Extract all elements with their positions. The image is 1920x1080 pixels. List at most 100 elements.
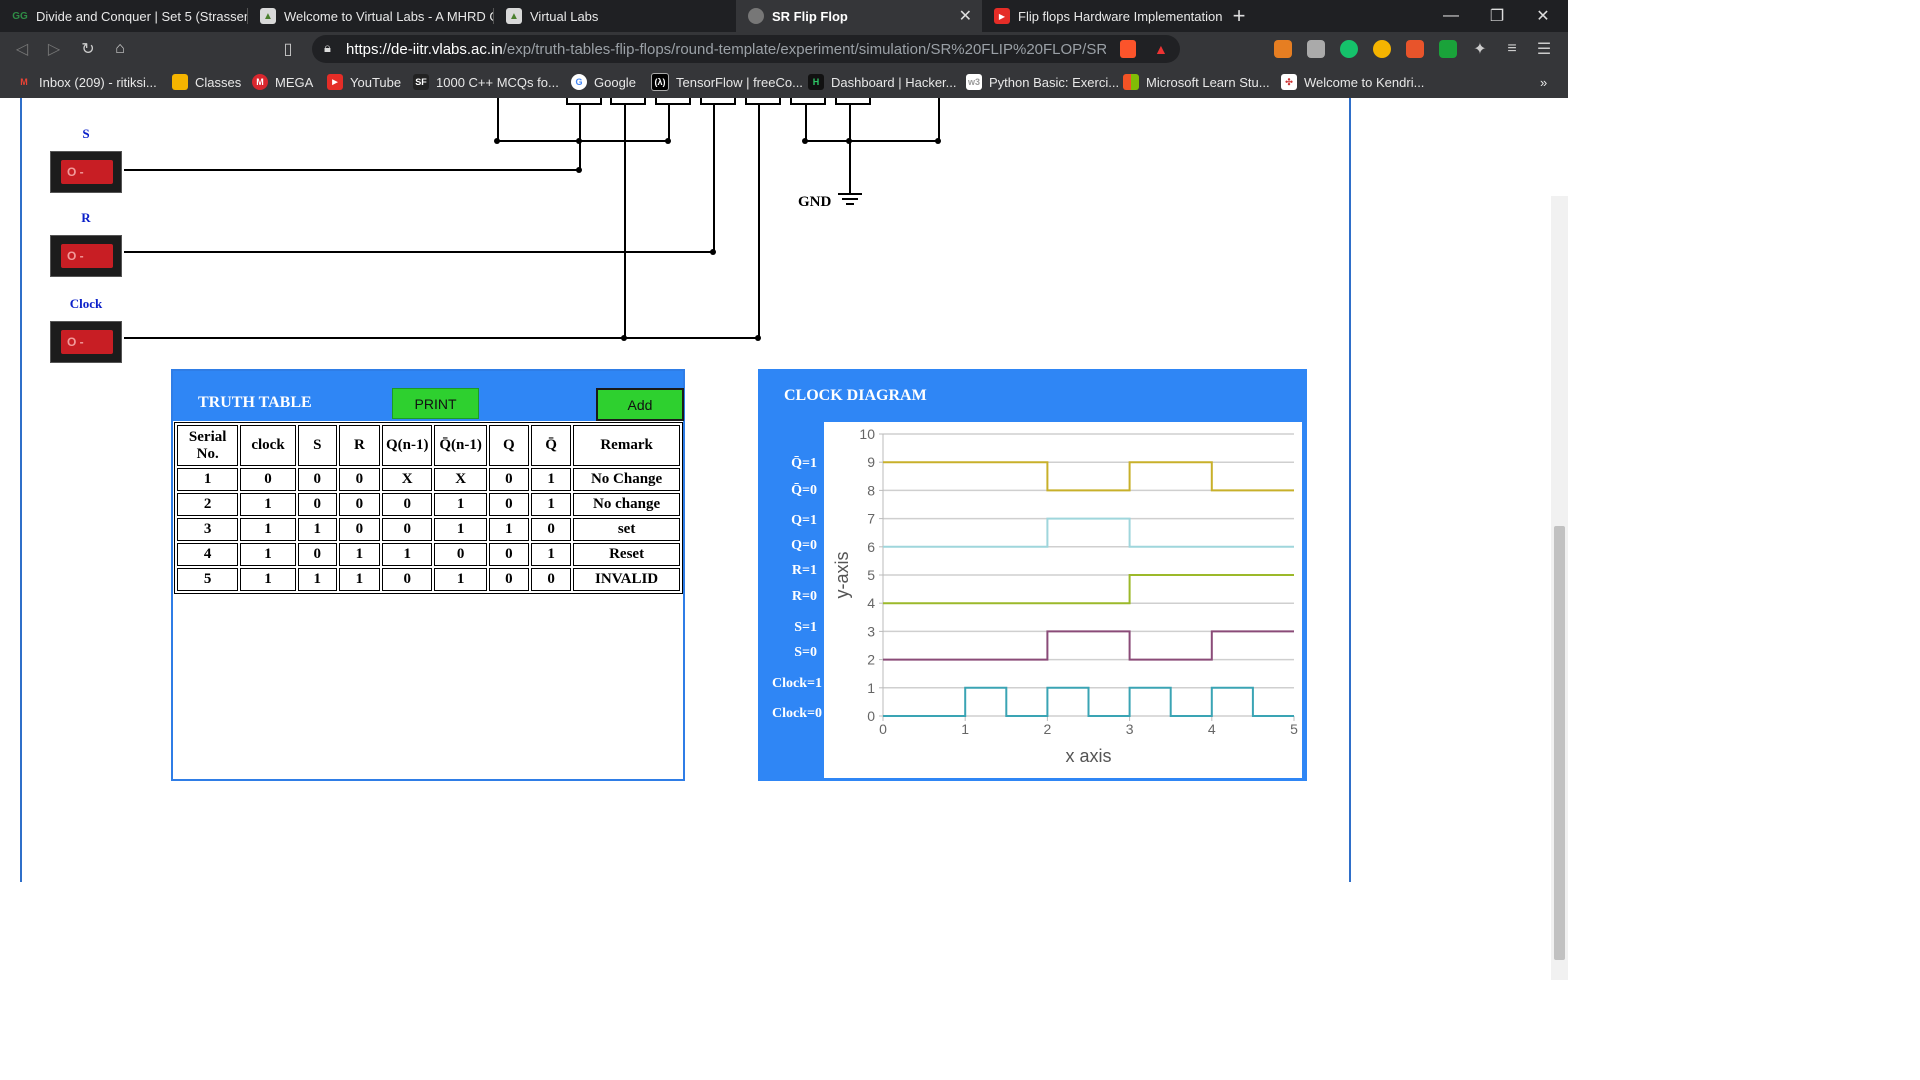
table-cell: 1 bbox=[434, 493, 487, 516]
menu-icon[interactable]: ☰ bbox=[1532, 37, 1556, 61]
table-cell: 0 bbox=[381, 518, 433, 541]
table-cell: 1 bbox=[240, 518, 296, 541]
google-icon: G bbox=[571, 74, 587, 90]
navigation-bar: ◁ ▷ ↻ ⌂ ▯ 🔒︎ https://de-iitr.vlabs.ac.in… bbox=[0, 32, 1568, 66]
bookmark-gmail[interactable]: M Inbox (209) - ritiksi... bbox=[16, 66, 157, 98]
signal-label: R=0 bbox=[791, 589, 817, 604]
close-tab-icon[interactable]: ✕ bbox=[959, 6, 972, 26]
tab-welcome-vlabs[interactable]: ▲ Welcome to Virtual Labs - A MHRD Go bbox=[248, 0, 494, 32]
gfg-icon: GG bbox=[12, 10, 28, 22]
w3resource-icon: w3 bbox=[966, 74, 982, 90]
tab-gfg[interactable]: GG Divide and Conquer | Set 5 (Strassen'… bbox=[0, 0, 248, 32]
home-icon[interactable]: ⌂ bbox=[108, 37, 132, 61]
bookmark-sanfoundry[interactable]: SF 1000 C++ MCQs fo... bbox=[413, 66, 559, 98]
playlist-icon[interactable]: ≡ bbox=[1500, 37, 1524, 61]
table-cell: 0 bbox=[488, 468, 529, 491]
table-cell: X bbox=[434, 468, 487, 491]
lock-icon: 🔒︎ bbox=[324, 40, 331, 55]
restore-button[interactable]: ❐ bbox=[1474, 0, 1520, 32]
bookmarks-overflow-icon[interactable]: » bbox=[1540, 66, 1547, 98]
new-tab-button[interactable]: + bbox=[1216, 0, 1262, 32]
back-icon[interactable]: ◁ bbox=[10, 37, 34, 61]
table-cell: 1 bbox=[338, 543, 380, 566]
rocker: O - bbox=[61, 330, 113, 354]
camera-extension-icon[interactable] bbox=[1307, 40, 1325, 58]
table-cell: 1 bbox=[434, 568, 487, 591]
signal-line bbox=[883, 630, 1294, 661]
forward-icon[interactable]: ▷ bbox=[42, 37, 66, 61]
puzzle-icon[interactable]: ✦ bbox=[1468, 37, 1492, 61]
table-cell: 1 bbox=[240, 493, 296, 516]
scrollbar-thumb[interactable] bbox=[1554, 526, 1565, 960]
close-window-button[interactable]: ✕ bbox=[1520, 0, 1566, 32]
tab-youtube-flipflops[interactable]: ▶ Flip flops Hardware Implementation - bbox=[982, 0, 1222, 32]
checkmark-extension-icon[interactable] bbox=[1439, 40, 1457, 58]
y-tick-label: 3 bbox=[867, 623, 875, 639]
bookmark-classes[interactable]: Classes bbox=[172, 66, 241, 98]
bookmark-icon[interactable]: ▯ bbox=[276, 37, 300, 61]
minimize-button[interactable]: — bbox=[1428, 0, 1474, 32]
hackerrank-icon: H bbox=[808, 74, 824, 90]
table-cell: 0 bbox=[338, 518, 380, 541]
x-tick-label: 1 bbox=[961, 721, 969, 737]
signal-label: R=1 bbox=[791, 563, 817, 578]
signal-line bbox=[883, 461, 1294, 492]
address-bar[interactable]: 🔒︎ https://de-iitr.vlabs.ac.in/exp/truth… bbox=[312, 35, 1180, 63]
bookmark-freecodecamp[interactable]: (λ) TensorFlow | freeCo... bbox=[651, 66, 803, 98]
tab-title: Welcome to Virtual Labs - A MHRD Go bbox=[284, 8, 494, 24]
signal-line bbox=[883, 686, 1294, 717]
brave-shield-icon[interactable] bbox=[1120, 40, 1136, 58]
add-button[interactable]: Add bbox=[596, 388, 684, 421]
grammarly-icon[interactable] bbox=[1340, 40, 1358, 58]
signal-label: Clock=0 bbox=[772, 706, 822, 721]
table-cell: No change bbox=[573, 493, 680, 516]
bookmark-microsoft-learn[interactable]: Microsoft Learn Stu... bbox=[1123, 66, 1270, 98]
table-row: 3 1 1 0 0 1 1 0 set bbox=[177, 518, 680, 541]
bookmark-youtube[interactable]: ▶ YouTube bbox=[327, 66, 401, 98]
gnd-label: GND bbox=[798, 194, 832, 210]
table-cell: 1 bbox=[381, 543, 433, 566]
extension-icon[interactable] bbox=[1406, 40, 1424, 58]
x-tick-label: 5 bbox=[1290, 721, 1298, 737]
table-cell: 1 bbox=[530, 493, 572, 516]
extension-icon[interactable] bbox=[1373, 40, 1391, 58]
bookmarks-bar: M Inbox (209) - ritiksi... Classes M MEGA … bbox=[0, 66, 1568, 99]
table-cell: 0 bbox=[240, 468, 296, 491]
signal-label: S=0 bbox=[794, 645, 817, 660]
youtube-icon: ▶ bbox=[994, 8, 1010, 24]
vlabs-icon: ▲ bbox=[260, 8, 276, 24]
rocker: O - bbox=[61, 160, 113, 184]
y-tick-label: 4 bbox=[867, 595, 875, 611]
col-qbar: Q̄ bbox=[530, 425, 572, 466]
bookmark-w3resource[interactable]: w3 Python Basic: Exerci... bbox=[966, 66, 1119, 98]
table-cell: X bbox=[381, 468, 433, 491]
bookmark-google[interactable]: G Google bbox=[571, 66, 636, 98]
gmail-icon: M bbox=[20, 77, 28, 87]
brave-rewards-icon[interactable]: ▲ bbox=[1154, 41, 1168, 57]
switch-clock[interactable]: O - bbox=[50, 321, 122, 363]
table-cell: 0 bbox=[338, 468, 380, 491]
bookmark-hackerrank[interactable]: H Dashboard | Hacker... bbox=[808, 66, 957, 98]
switch-s[interactable]: O - bbox=[50, 151, 122, 193]
bookmark-kendriya[interactable]: ✣ Welcome to Kendri... bbox=[1281, 66, 1424, 98]
switch-r[interactable]: O - bbox=[50, 235, 122, 277]
table-cell: 3 bbox=[177, 518, 239, 541]
reload-icon[interactable]: ↻ bbox=[76, 37, 100, 61]
table-cell: INVALID bbox=[573, 568, 680, 591]
table-cell: 1 bbox=[297, 518, 337, 541]
col-s: S bbox=[297, 425, 337, 466]
y-tick-label: 7 bbox=[867, 511, 875, 527]
vertical-scrollbar[interactable] bbox=[1551, 196, 1568, 980]
mega-icon: M bbox=[252, 74, 268, 90]
frame-border-left bbox=[20, 98, 22, 882]
tab-virtual-labs[interactable]: ▲ Virtual Labs bbox=[494, 0, 736, 32]
table-cell: No Change bbox=[573, 468, 680, 491]
print-button[interactable]: PRINT bbox=[392, 388, 479, 419]
tab-sr-flip-flop[interactable]: SR Flip Flop ✕ bbox=[736, 0, 982, 32]
key-extension-icon[interactable] bbox=[1274, 40, 1292, 58]
table-cell: 5 bbox=[177, 568, 239, 591]
truth-table-header: TRUTH TABLE PRINT Add bbox=[173, 371, 684, 421]
bookmark-mega[interactable]: M MEGA bbox=[252, 66, 313, 98]
y-tick-label: 10 bbox=[859, 426, 875, 442]
switch-r-label: R bbox=[81, 210, 91, 225]
